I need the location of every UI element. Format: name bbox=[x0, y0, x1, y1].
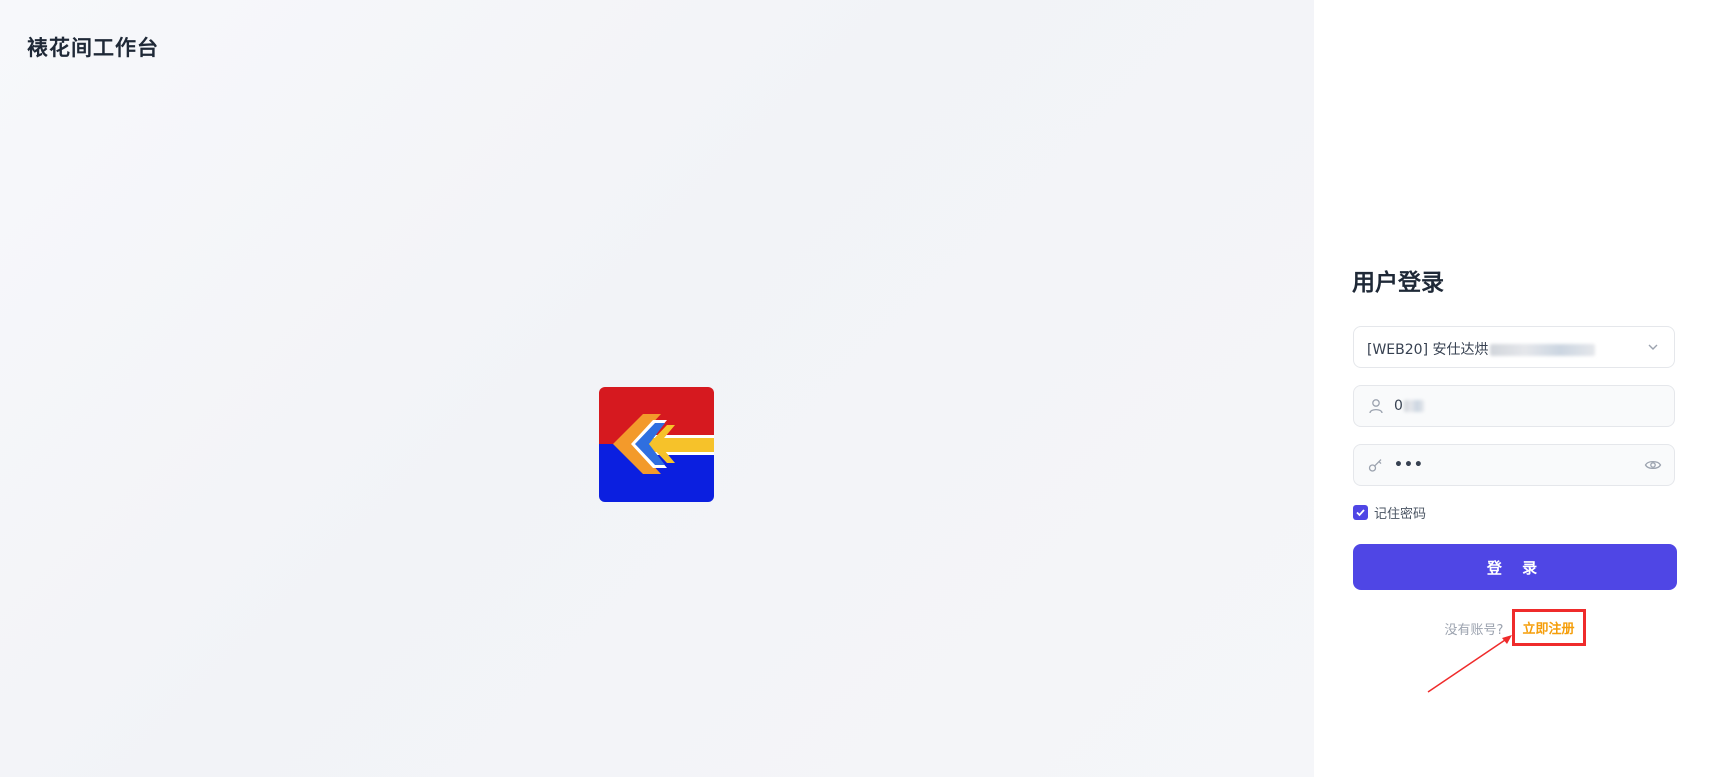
brand-logo bbox=[599, 387, 714, 502]
organization-select[interactable]: [WEB20] 安仕达烘 bbox=[1353, 326, 1675, 368]
user-icon bbox=[1369, 399, 1383, 414]
remember-password[interactable]: 记住密码 bbox=[1353, 503, 1427, 522]
username-input[interactable]: 0 bbox=[1353, 385, 1675, 427]
password-input[interactable]: ••• bbox=[1353, 444, 1675, 486]
checkmark-icon bbox=[1356, 508, 1365, 516]
annotation-arrow bbox=[1427, 635, 1512, 693]
organization-select-value: [WEB20] 安仕达烘 bbox=[1367, 342, 1489, 358]
redacted-username bbox=[1403, 400, 1424, 412]
remember-password-checkbox[interactable] bbox=[1353, 504, 1368, 520]
login-button[interactable]: 登 录 bbox=[1353, 544, 1677, 590]
login-page: 裱花间工作台 用户登录 [WEB20] 安仕达烘 0 ••• 记住密码 登 录 … bbox=[0, 0, 1714, 777]
eye-icon[interactable] bbox=[1644, 456, 1662, 474]
password-value: ••• bbox=[1394, 457, 1424, 473]
brand-panel: 裱花间工作台 bbox=[0, 0, 1314, 777]
key-icon bbox=[1368, 459, 1382, 472]
chevron-down-icon[interactable] bbox=[1644, 338, 1662, 356]
username-value: 0 bbox=[1394, 398, 1403, 414]
register-link[interactable]: 立即注册 bbox=[1511, 609, 1586, 646]
redacted-organization-name bbox=[1490, 344, 1596, 356]
app-title: 裱花间工作台 bbox=[27, 36, 159, 60]
remember-password-label: 记住密码 bbox=[1374, 506, 1427, 522]
login-title: 用户登录 bbox=[1352, 270, 1444, 296]
